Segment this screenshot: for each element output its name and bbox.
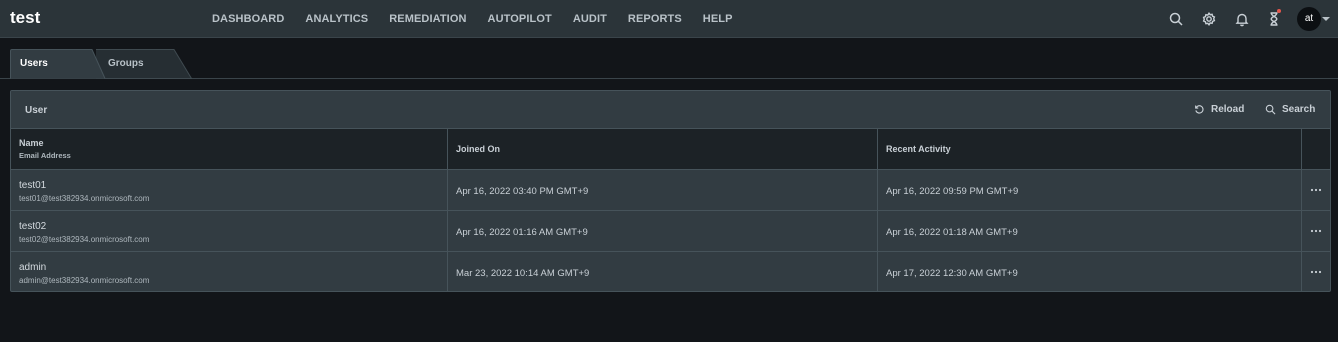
nav-help[interactable]: HELP	[703, 13, 733, 25]
recent-activity: Apr 16, 2022 01:18 AM GMT+9	[886, 227, 1018, 238]
reload-label: Reload	[1211, 104, 1245, 115]
search-icon	[1265, 104, 1276, 115]
top-bar: test DASHBOARD ANALYTICS REMEDIATION AUT…	[0, 0, 1338, 38]
tab-users[interactable]: Users	[10, 49, 106, 79]
tab-groups[interactable]: Groups	[96, 49, 192, 79]
user-email: admin@test382934.onmicrosoft.com	[19, 276, 150, 285]
nav-audit[interactable]: AUDIT	[573, 13, 607, 25]
nav-reports[interactable]: REPORTS	[628, 13, 682, 25]
hourglass-icon[interactable]	[1266, 11, 1282, 27]
table-header: Name Email Address Joined On Recent Acti…	[11, 129, 1330, 170]
nav-analytics[interactable]: ANALYTICS	[305, 13, 368, 25]
search-label: Search	[1282, 104, 1316, 115]
gear-icon[interactable]	[1201, 11, 1217, 27]
joined-on: Apr 16, 2022 01:16 AM GMT+9	[456, 227, 588, 238]
user-name: admin	[19, 262, 47, 273]
joined-on: Mar 23, 2022 10:14 AM GMT+9	[456, 268, 590, 279]
reload-button[interactable]: Reload	[1194, 104, 1244, 115]
column-divider	[877, 129, 878, 291]
brand-logo[interactable]: test	[10, 8, 40, 28]
column-header-activity[interactable]: Recent Activity	[886, 144, 951, 154]
column-divider	[1301, 129, 1302, 291]
panel-title: User	[25, 105, 48, 116]
avatar[interactable]: at	[1297, 7, 1321, 31]
tab-users-label: Users	[20, 58, 48, 69]
reload-icon	[1195, 105, 1204, 114]
user-name: test02	[19, 221, 47, 232]
column-divider	[447, 129, 448, 291]
nav-remediation[interactable]: REMEDIATION	[389, 13, 466, 25]
users-panel: User Reload Search Name Email Address Jo…	[10, 90, 1331, 292]
bell-icon[interactable]	[1234, 11, 1250, 27]
table-row[interactable]: test01 test01@test382934.onmicrosoft.com…	[11, 171, 1330, 211]
panel-header: User Reload Search	[11, 91, 1330, 129]
chevron-down-icon[interactable]	[1322, 17, 1330, 21]
nav-autopilot[interactable]: AUTOPILOT	[488, 13, 552, 25]
notification-dot	[1277, 9, 1281, 13]
column-header-name[interactable]: Name	[19, 138, 44, 148]
column-header-email: Email Address	[19, 151, 71, 160]
user-email: test02@test382934.onmicrosoft.com	[19, 235, 150, 244]
table-row[interactable]: admin admin@test382934.onmicrosoft.com M…	[11, 253, 1330, 291]
recent-activity: Apr 16, 2022 09:59 PM GMT+9	[886, 186, 1019, 197]
column-header-joined[interactable]: Joined On	[456, 144, 500, 154]
main-nav: DASHBOARD ANALYTICS REMEDIATION AUTOPILO…	[212, 0, 754, 38]
more-options-icon[interactable]	[1310, 184, 1322, 196]
tab-groups-label: Groups	[108, 58, 144, 69]
tab-divider	[0, 78, 1338, 79]
user-name: test01	[19, 180, 47, 191]
more-options-icon[interactable]	[1310, 225, 1322, 237]
more-options-icon[interactable]	[1310, 266, 1322, 278]
user-email: test01@test382934.onmicrosoft.com	[19, 194, 150, 203]
table-row[interactable]: test02 test02@test382934.onmicrosoft.com…	[11, 212, 1330, 252]
joined-on: Apr 16, 2022 03:40 PM GMT+9	[456, 186, 589, 197]
nav-dashboard[interactable]: DASHBOARD	[212, 13, 284, 25]
search-icon[interactable]	[1168, 11, 1184, 27]
recent-activity: Apr 17, 2022 12:30 AM GMT+9	[886, 268, 1018, 279]
search-button[interactable]: Search	[1265, 104, 1315, 115]
